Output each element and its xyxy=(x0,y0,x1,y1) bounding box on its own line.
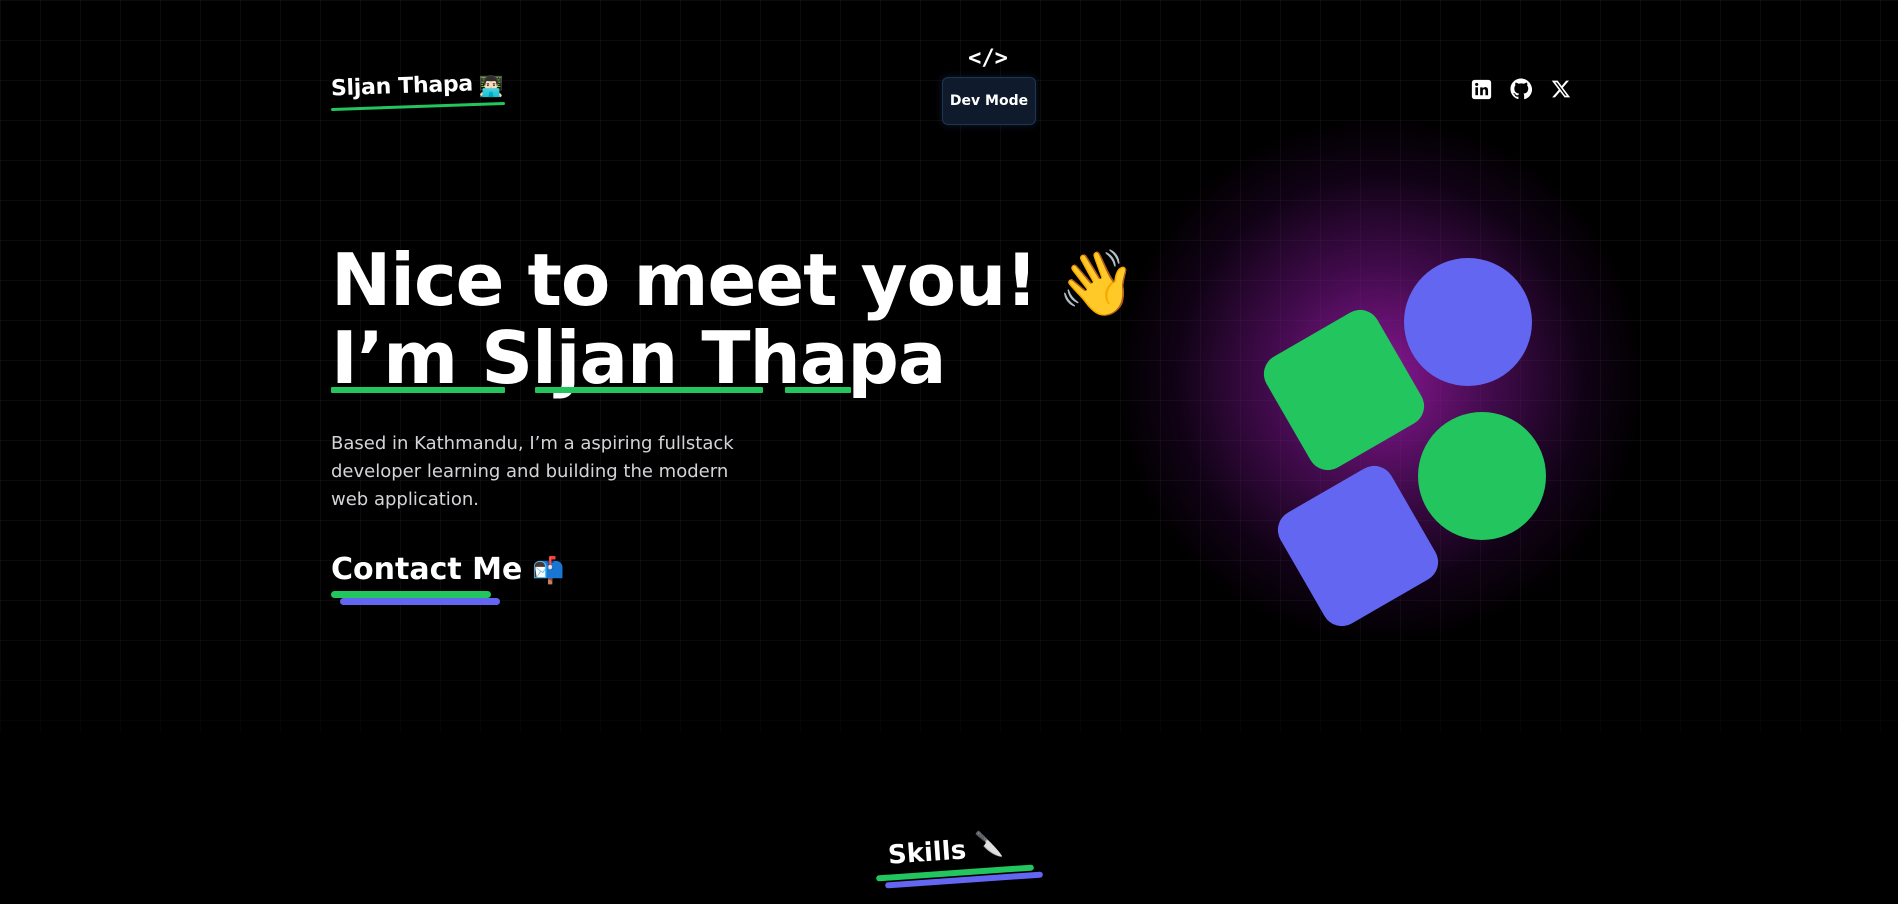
contact-underline-green xyxy=(331,591,491,598)
brand-logo-link[interactable]: Sljan Thapa 👨🏻‍💻 xyxy=(330,71,505,112)
mailbox-icon: 📬 xyxy=(532,556,565,586)
headline-line-1: Nice to meet you! xyxy=(331,238,1038,322)
code-icon: </> xyxy=(968,46,1008,71)
knife-icon: 🔪 xyxy=(974,830,1004,858)
name-underline xyxy=(535,387,763,393)
hero-bio: Based in Kathmandu, I’m a aspiring fulls… xyxy=(331,433,734,510)
technologist-emoji-icon: 👨🏻‍💻 xyxy=(478,74,504,98)
contact-me-label: Contact Me xyxy=(331,552,523,587)
skills-title: Skills xyxy=(887,835,968,871)
social-links xyxy=(1470,78,1572,100)
waving-hand-icon: 👋 xyxy=(1057,247,1137,321)
hero-section: Sljan Thapa 👨🏻‍💻 </> Dev Mode Nice to mee… xyxy=(0,0,1898,733)
skills-heading: Skills 🔪 xyxy=(875,830,1048,890)
brand-underline xyxy=(331,101,505,112)
dev-mode-toggle-group: </> Dev Mode xyxy=(942,46,1036,125)
brand-name: Sljan Thapa xyxy=(330,71,474,102)
hero-headline: Nice to meet you! 👋 I’m Sljan Thapa xyxy=(331,243,1137,395)
name-underline xyxy=(785,387,851,393)
github-icon[interactable] xyxy=(1510,78,1532,100)
indigo-circle-shape xyxy=(1404,258,1532,386)
green-circle-shape xyxy=(1418,412,1546,540)
x-icon[interactable] xyxy=(1550,78,1572,100)
contact-me-link[interactable]: Contact Me 📬 xyxy=(331,552,565,605)
name-underline xyxy=(331,387,505,393)
linkedin-icon[interactable] xyxy=(1470,78,1492,100)
dev-mode-button[interactable]: Dev Mode xyxy=(942,77,1036,125)
grid-fade xyxy=(0,613,1898,733)
contact-underline-indigo xyxy=(340,598,500,605)
